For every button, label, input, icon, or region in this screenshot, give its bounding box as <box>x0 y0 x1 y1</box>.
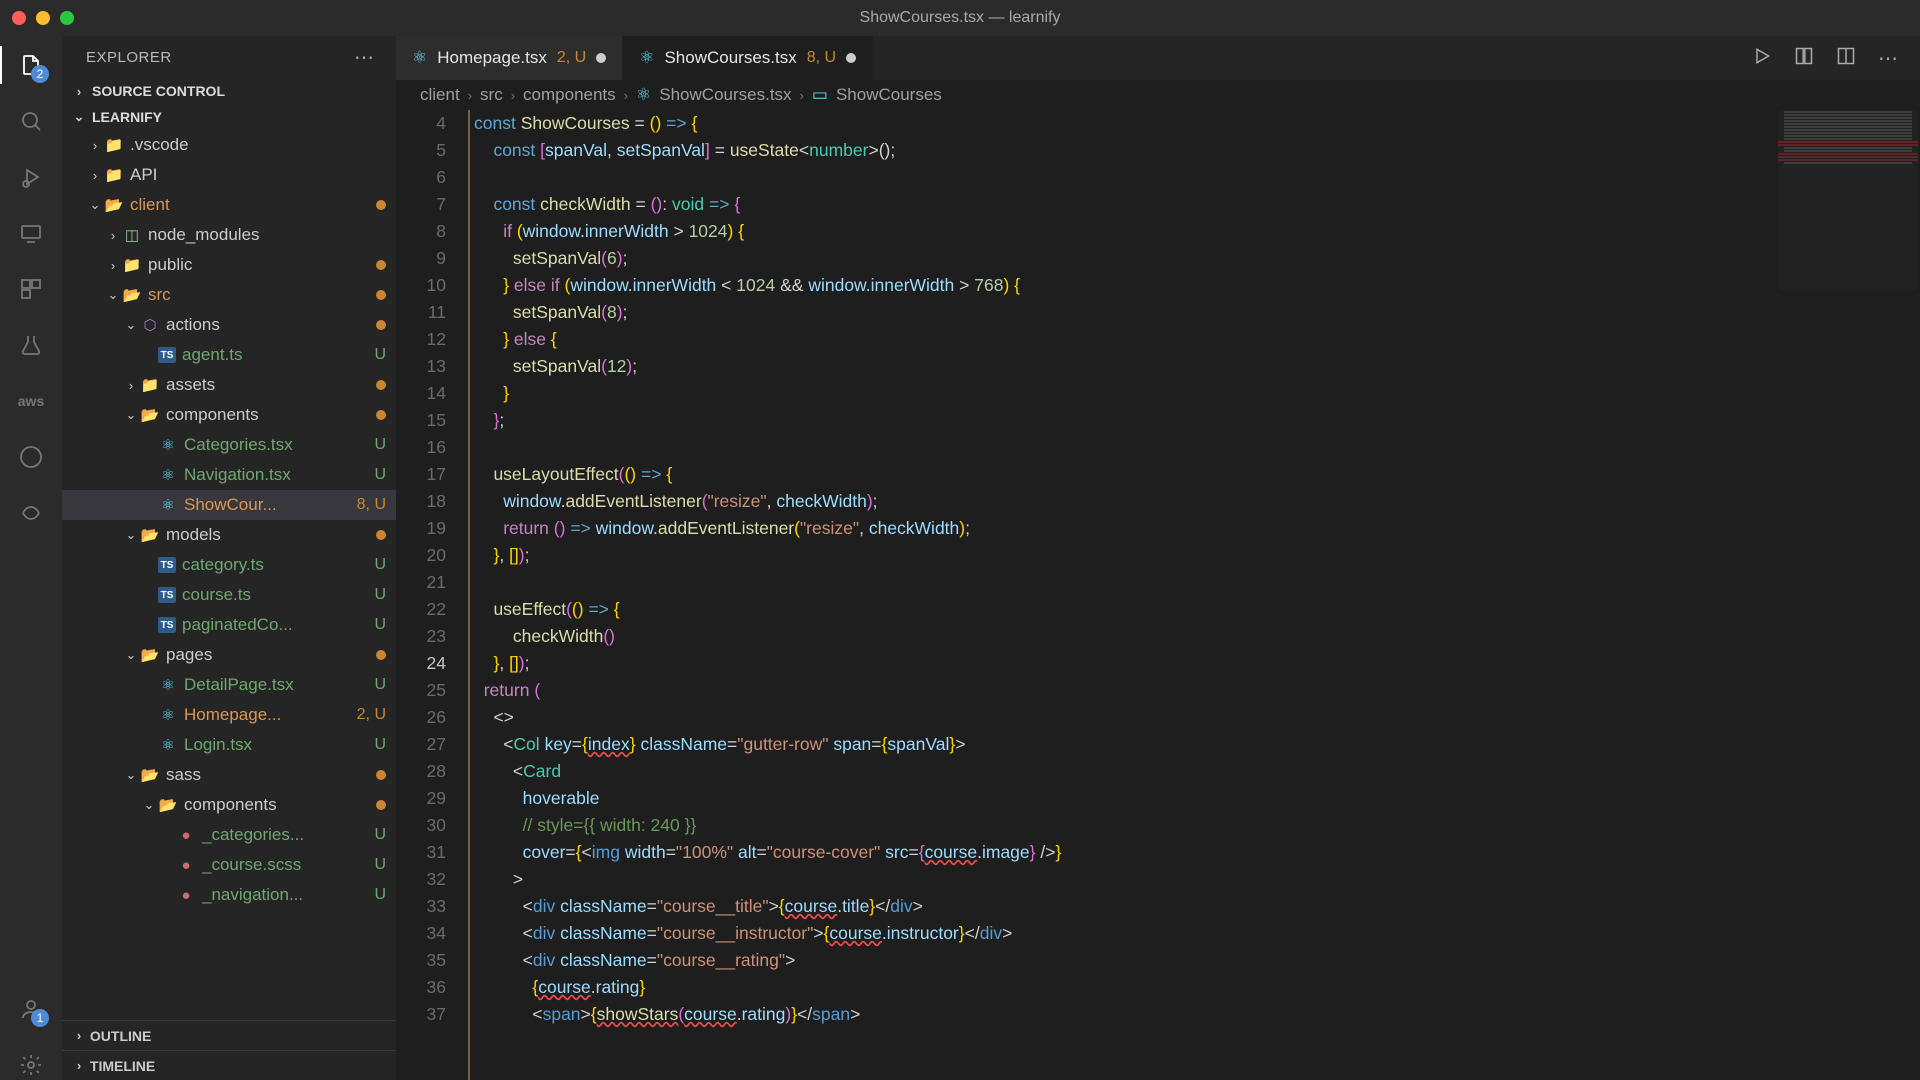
section-timeline[interactable]: › TIMELINE <box>62 1050 396 1080</box>
breadcrumb-item[interactable]: client <box>420 85 460 105</box>
breadcrumb-item[interactable]: components <box>523 85 616 105</box>
breadcrumb-item[interactable]: ShowCourses <box>836 85 942 105</box>
tree-item[interactable]: ⚛Navigation.tsxU <box>62 460 396 490</box>
tree-item[interactable]: TScourse.tsU <box>62 580 396 610</box>
activity-bar: 2 aws 1 <box>0 36 62 1080</box>
breadcrumb-item[interactable]: src <box>480 85 503 105</box>
titlebar: ShowCourses.tsx — learnify <box>0 0 1920 36</box>
tab[interactable]: ⚛ShowCourses.tsx8, U <box>623 36 873 80</box>
section-outline[interactable]: › OUTLINE <box>62 1020 396 1050</box>
remote-icon[interactable] <box>16 218 46 248</box>
breadcrumb-item[interactable]: ShowCourses.tsx <box>659 85 791 105</box>
tree-item[interactable]: ⌄📂models <box>62 520 396 550</box>
tab-bar: ⚛Homepage.tsx2, U⚛ShowCourses.tsx8, U ⋯ <box>396 36 1920 80</box>
run-icon[interactable] <box>1752 46 1772 71</box>
sidebar-title: EXPLORER <box>86 49 172 66</box>
search-icon[interactable] <box>16 106 46 136</box>
explorer-badge: 2 <box>31 65 49 83</box>
account-icon[interactable]: 1 <box>16 994 46 1024</box>
tree-item[interactable]: ●_course.scssU <box>62 850 396 880</box>
aws-icon[interactable]: aws <box>16 386 46 416</box>
tree-item[interactable]: ⚛Login.tsxU <box>62 730 396 760</box>
tree-item[interactable]: ⌄📂pages <box>62 640 396 670</box>
file-tree: ›📁.vscode›📁API⌄📂client›◫node_modules›📁pu… <box>62 130 396 1020</box>
tree-item[interactable]: ›◫node_modules <box>62 220 396 250</box>
tree-item[interactable]: TScategory.tsU <box>62 550 396 580</box>
minimap[interactable] <box>1778 110 1918 290</box>
tree-item[interactable]: ›📁.vscode <box>62 130 396 160</box>
close-icon[interactable] <box>12 11 26 25</box>
editor: ⚛Homepage.tsx2, U⚛ShowCourses.tsx8, U ⋯ … <box>396 36 1920 1080</box>
tree-item[interactable]: ⚛ShowCour...8, U <box>62 490 396 520</box>
tree-item[interactable]: ›📁assets <box>62 370 396 400</box>
extensions-icon[interactable] <box>16 274 46 304</box>
debug-icon[interactable] <box>16 162 46 192</box>
tree-item[interactable]: TSpaginatedCo...U <box>62 610 396 640</box>
tree-item[interactable]: ●_categories...U <box>62 820 396 850</box>
tree-item[interactable]: ⌄📂src <box>62 280 396 310</box>
tree-item[interactable]: ●_navigation...U <box>62 880 396 910</box>
tree-item[interactable]: ⌄📂sass <box>62 760 396 790</box>
tree-item[interactable]: ›📁API <box>62 160 396 190</box>
maximize-icon[interactable] <box>60 11 74 25</box>
tree-item[interactable]: ⌄📂components <box>62 400 396 430</box>
editor-actions: ⋯ <box>1732 36 1920 80</box>
sidebar-header: EXPLORER ⋯ <box>62 36 396 78</box>
diff-icon[interactable] <box>1794 46 1814 71</box>
account-badge: 1 <box>31 1009 49 1027</box>
tab[interactable]: ⚛Homepage.tsx2, U <box>396 36 623 80</box>
explorer-icon[interactable]: 2 <box>16 50 46 80</box>
section-project[interactable]: ⌄LEARNIFY <box>62 104 396 130</box>
github-icon[interactable] <box>16 442 46 472</box>
window-title: ShowCourses.tsx — learnify <box>860 9 1061 27</box>
tree-item[interactable]: ⚛Homepage...2, U <box>62 700 396 730</box>
tree-item[interactable]: ⌄📂components <box>62 790 396 820</box>
tree-item[interactable]: ⌄📂client <box>62 190 396 220</box>
tree-item[interactable]: ⚛Categories.tsxU <box>62 430 396 460</box>
section-source-control[interactable]: ›SOURCE CONTROL <box>62 78 396 104</box>
tree-item[interactable]: TSagent.tsU <box>62 340 396 370</box>
share-icon[interactable] <box>16 498 46 528</box>
split-icon[interactable] <box>1836 46 1856 71</box>
tree-item[interactable]: ⌄⬡actions <box>62 310 396 340</box>
more-icon[interactable]: ⋯ <box>354 45 376 70</box>
editor-more-icon[interactable]: ⋯ <box>1878 46 1900 71</box>
code-content[interactable]: const ShowCourses = () => { const [spanV… <box>468 110 1920 1080</box>
tree-item[interactable]: ⚛DetailPage.tsxU <box>62 670 396 700</box>
minimize-icon[interactable] <box>36 11 50 25</box>
testing-icon[interactable] <box>16 330 46 360</box>
code-area[interactable]: 4567891011121314151617181920212223242526… <box>396 110 1920 1080</box>
settings-icon[interactable] <box>16 1050 46 1080</box>
tree-item[interactable]: ›📁public <box>62 250 396 280</box>
line-gutter: 4567891011121314151617181920212223242526… <box>396 110 468 1080</box>
sidebar: EXPLORER ⋯ ›SOURCE CONTROL ⌄LEARNIFY ›📁.… <box>62 36 396 1080</box>
window-controls <box>12 11 74 25</box>
breadcrumb[interactable]: client›src›components›⚛ShowCourses.tsx›▭… <box>396 80 1920 110</box>
